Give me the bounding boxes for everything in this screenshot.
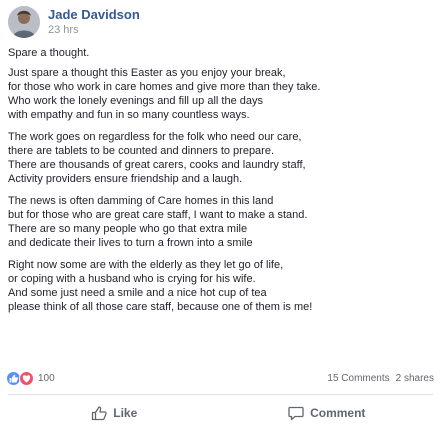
reaction-count[interactable]: 100 xyxy=(38,373,55,384)
reaction-icons[interactable] xyxy=(6,370,34,386)
post-meta: Jade Davidson 23 hrs xyxy=(48,7,140,37)
comments-count[interactable]: 15 Comments xyxy=(327,373,389,384)
post-paragraph: Right now some are with the elderly as t… xyxy=(8,259,313,313)
facebook-post: Jade Davidson 23 hrs Spare a thought. Ju… xyxy=(0,0,441,431)
post-paragraph: The news is often damming of Care homes … xyxy=(8,195,308,249)
post-timestamp[interactable]: 23 hrs xyxy=(48,23,140,37)
post-paragraph: Spare a thought. xyxy=(8,47,90,59)
reactions-bar: 100 15 Comments 2 shares xyxy=(6,370,434,386)
author-name[interactable]: Jade Davidson xyxy=(48,7,140,23)
love-icon xyxy=(19,370,34,386)
shares-count[interactable]: 2 shares xyxy=(396,373,434,384)
like-button[interactable]: Like xyxy=(8,398,221,428)
like-label: Like xyxy=(113,406,138,420)
post-body: Spare a thought. Just spare a thought th… xyxy=(8,46,436,322)
avatar[interactable] xyxy=(8,6,40,38)
post-header: Jade Davidson 23 hrs xyxy=(8,6,140,38)
post-paragraph: The work goes on regardless for the folk… xyxy=(8,131,306,185)
thumbs-up-icon xyxy=(92,406,107,421)
comment-icon xyxy=(288,406,304,421)
comment-label: Comment xyxy=(310,406,366,420)
post-actions: Like Comment xyxy=(8,398,433,428)
divider xyxy=(8,394,433,395)
post-paragraph: Just spare a thought this Easter as you … xyxy=(8,67,321,121)
comment-button[interactable]: Comment xyxy=(221,398,434,428)
engagement-counts: 15 Comments 2 shares xyxy=(327,373,434,384)
